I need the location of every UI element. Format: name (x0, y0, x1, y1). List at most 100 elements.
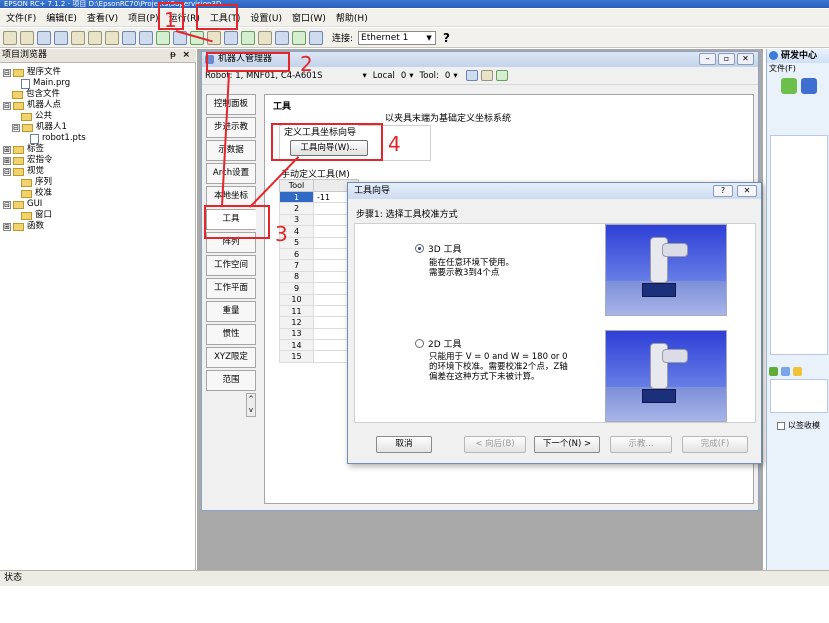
tab-10[interactable]: 惯性 (206, 324, 256, 345)
save-icon[interactable] (37, 30, 51, 45)
tree-item[interactable]: ⊟ 程序文件 (0, 67, 195, 78)
option-2d-tool[interactable]: 2D 工具 (415, 337, 462, 350)
tab-2[interactable]: 示数据 (206, 140, 256, 161)
highlight-wizard-button (271, 123, 383, 161)
power-icon[interactable] (480, 70, 493, 81)
restore-icon[interactable]: ▫ (718, 53, 735, 65)
tab-1[interactable]: 步进示教 (206, 117, 256, 138)
teach-button[interactable]: 示教... (610, 436, 672, 453)
tab-0[interactable]: 控制面板 (206, 94, 256, 115)
expand-toggle-icon[interactable]: ⊟ (3, 200, 11, 209)
chevron-down-icon[interactable]: ▾ (453, 71, 457, 81)
cancel-button[interactable]: 取消 (376, 436, 432, 453)
chevron-down-icon[interactable]: ▾ (409, 71, 413, 81)
print-icon[interactable] (54, 30, 68, 45)
controller-icon[interactable] (309, 30, 323, 45)
minimize-icon[interactable]: – (699, 53, 716, 65)
image-icon[interactable] (781, 367, 790, 376)
tab-11[interactable]: XYZ限定 (206, 347, 256, 368)
expand-toggle-icon[interactable]: ⊞ (3, 222, 11, 231)
finish-button[interactable]: 完成(F) (682, 436, 748, 453)
font-icon[interactable] (769, 367, 778, 376)
menu-window[interactable]: 窗口(W) (288, 10, 330, 25)
tree-item[interactable]: 窗口 (0, 210, 195, 221)
menu-view[interactable]: 查看(V) (83, 10, 122, 25)
tree-item[interactable]: ⊟ 机器人点 (0, 100, 195, 111)
tab-7[interactable]: 工作空间 (206, 255, 256, 276)
expand-toggle-icon[interactable]: ⊟ (3, 68, 11, 77)
wizard-close-button[interactable]: ✕ (737, 185, 757, 197)
wizard-help-button[interactable]: ? (713, 185, 733, 197)
task-manager-icon[interactable] (258, 30, 272, 45)
help-button[interactable]: ? (443, 31, 450, 45)
menu-setup[interactable]: 设置(U) (246, 10, 286, 25)
tab-8[interactable]: 工作平面 (206, 278, 256, 299)
new-file-icon[interactable] (3, 30, 17, 45)
simulator-icon[interactable] (207, 30, 221, 45)
connection-select[interactable]: Ethernet 1 ▼ (358, 30, 437, 45)
io-monitor-icon[interactable] (156, 30, 170, 45)
user-icon[interactable] (801, 78, 817, 94)
menu-edit[interactable]: 编辑(E) (42, 10, 81, 25)
tree-item[interactable]: 公共 (0, 111, 195, 122)
emoji-icon[interactable] (793, 367, 802, 376)
tree-item[interactable]: robot1.pts (0, 133, 195, 144)
tool-number: 9 (279, 282, 314, 295)
wizard-titlebar: 工具向导 ? ✕ (348, 183, 761, 199)
copy-icon[interactable] (88, 30, 102, 45)
tab-12[interactable]: 范围 (206, 370, 256, 391)
radio-2d-tool[interactable] (415, 339, 424, 348)
tree-item[interactable]: ⊞ 宏指令 (0, 155, 195, 166)
jog-icon[interactable] (292, 30, 306, 45)
cut-icon[interactable] (71, 30, 85, 45)
pin-icon[interactable]: ᵽ (170, 49, 176, 62)
build-icon[interactable] (122, 30, 136, 45)
close-icon[interactable]: ✕ (737, 53, 754, 65)
expand-toggle-icon[interactable]: ⊞ (3, 145, 11, 154)
run-window-icon[interactable] (139, 30, 153, 45)
tree-item[interactable]: ⊞ 标签 (0, 144, 195, 155)
expand-toggle-icon[interactable]: ⊟ (3, 101, 11, 110)
tree-item[interactable]: 包含文件 (0, 89, 195, 100)
vision-icon[interactable] (224, 30, 238, 45)
tree-item[interactable]: 校准 (0, 188, 195, 199)
tree-item[interactable]: ⊞ 函数 (0, 221, 195, 232)
tree-item[interactable]: ⊟ 视觉 (0, 166, 195, 177)
tab-scroll-arrows[interactable]: ^ v (246, 393, 256, 417)
menu-project[interactable]: 项目(P) (124, 10, 162, 25)
menu-file[interactable]: 文件(F) (2, 10, 40, 25)
local-select[interactable]: 0 (401, 71, 406, 81)
right-panel-input[interactable] (770, 379, 828, 413)
refresh-icon[interactable] (781, 78, 797, 94)
gui-builder-icon[interactable] (241, 30, 255, 45)
option-3d-tool[interactable]: 3D 工具 (415, 242, 462, 255)
chevron-down-icon[interactable]: ▾ (363, 71, 367, 81)
back-button[interactable]: < 向后(B) (464, 436, 526, 453)
tool-select[interactable]: 0 (445, 71, 450, 81)
tree-item[interactable]: ⊟ GUI (0, 199, 195, 210)
expand-toggle-icon[interactable]: ⊟ (3, 167, 11, 176)
right-panel-menu[interactable]: 文件(F) (767, 63, 829, 75)
radio-3d-tool[interactable] (415, 244, 424, 253)
tree-item[interactable]: 序列 (0, 177, 195, 188)
checkbox-box[interactable] (777, 421, 785, 430)
menu-help[interactable]: 帮助(H) (332, 10, 372, 25)
right-panel-checkbox[interactable]: 以签收模 (777, 420, 820, 431)
open-folder-icon[interactable] (20, 30, 34, 45)
close-icon[interactable]: × (182, 49, 190, 62)
tree-item[interactable]: ⊟ 机器人1 (0, 122, 195, 133)
tab-4[interactable]: 本地坐标 (206, 186, 256, 207)
motor-icon[interactable] (465, 70, 478, 81)
grid-icon[interactable] (495, 70, 508, 81)
tree-item[interactable]: Main.prg (0, 78, 195, 89)
next-button[interactable]: 下一个(N) > (534, 436, 600, 453)
folder-icon (13, 222, 24, 231)
paste-icon[interactable] (105, 30, 119, 45)
tree-item-label: 程序文件 (27, 67, 62, 77)
point-editor-icon[interactable] (275, 30, 289, 45)
tab-3[interactable]: Arch设置 (206, 163, 256, 184)
expand-toggle-icon[interactable]: ⊟ (12, 123, 20, 132)
tab-9[interactable]: 重量 (206, 301, 256, 322)
option-2d-description: 只能用于 V = 0 and W = 180 or 0 的环境下校准。需要校准2… (429, 352, 568, 382)
expand-toggle-icon[interactable]: ⊞ (3, 156, 11, 165)
